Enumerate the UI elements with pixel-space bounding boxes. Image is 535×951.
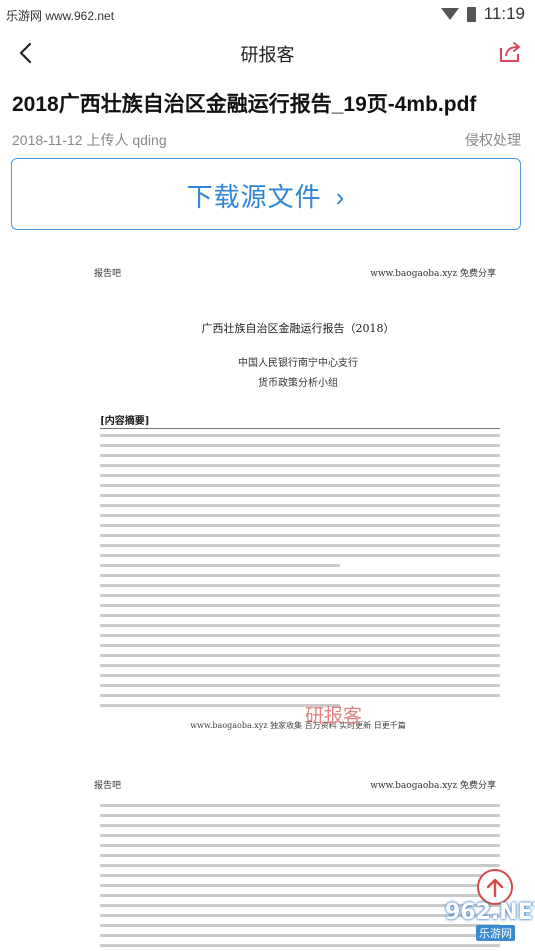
text-line [100,614,500,617]
text-line [100,504,500,507]
text-line [100,484,500,487]
text-line [100,534,500,537]
text-line [100,854,500,857]
arrow-up-icon [486,878,504,898]
text-line [100,904,500,907]
share-button[interactable] [497,39,523,65]
preview-page-1: 报告吧 www.baogaoba.xyz 免费分享 广西壮族自治区金融运行报告（… [88,254,508,752]
abstract-text-block [100,434,500,714]
text-line [100,584,500,587]
text-line [100,804,500,807]
page2-text-block [100,804,500,951]
text-line [100,684,500,687]
text-line [100,644,500,647]
status-time: 11:19 [483,4,525,23]
battery-icon [466,6,476,22]
text-line [100,524,500,527]
abstract-divider [100,428,500,429]
text-line [100,564,340,567]
page-header-left: 报告吧 [94,781,122,791]
share-icon [500,42,520,62]
status-watermark: 乐游网 www.962.net [6,9,115,23]
page-title: 研报客 [240,45,295,65]
report-title: 广西壮族自治区金融运行报告（2018） [201,322,395,335]
text-line [100,654,500,657]
document-title: 2018广西壮族自治区金融运行报告_19页-4mb.pdf [12,93,477,116]
download-label-row: 下载源文件 › [12,177,520,214]
text-line [100,824,500,827]
text-line [100,464,500,467]
text-line [100,434,500,437]
report-org: 中国人民银行南宁中心支行 [238,358,358,369]
report-infringement-link[interactable]: 侵权处理 [465,130,521,150]
preview-watermark: 研报客 [305,706,363,727]
text-line [100,944,500,947]
chevron-right-icon: › [335,182,346,212]
text-line [100,634,500,637]
text-line [100,624,500,627]
text-line [100,894,500,897]
text-line [100,554,500,557]
text-line [100,574,500,577]
text-line [100,454,500,457]
text-line [100,674,500,677]
document-preview[interactable]: 报告吧 www.baogaoba.xyz 免费分享 广西壮族自治区金融运行报告（… [0,240,535,951]
text-line [100,924,500,927]
wifi-icon [440,8,459,20]
text-line [100,834,500,837]
text-line [100,664,500,667]
text-line [100,864,500,867]
page-footer: www.baogaoba.xyz 独家收集 百万资料 实时更新 日更千篇 [190,721,406,730]
text-line [100,844,500,847]
download-source-button[interactable]: 下载源文件 › [11,158,521,230]
status-bar: 乐游网 www.962.net 11:19 [0,0,535,30]
text-line [100,514,500,517]
text-line [100,934,500,937]
page-header-left: 报告吧 [94,269,122,279]
upload-meta: 2018-11-12 上传人 qding [12,132,167,148]
report-group: 货币政策分析小组 [258,378,338,389]
page-header-right: www.baogaoba.xyz 免费分享 [370,269,496,279]
text-line [100,604,500,607]
top-bar: 研报客 [0,30,535,76]
text-line [100,544,500,547]
text-line [100,474,500,477]
page-header-right: www.baogaoba.xyz 免费分享 [370,781,496,791]
download-label: 下载源文件 [186,182,322,212]
abstract-heading: [内容摘要] [100,416,150,427]
text-line [100,914,500,917]
brand-logo-text: 962.NET [445,900,535,925]
text-line [100,884,500,887]
status-right: 11:19 [440,4,525,24]
text-line [100,704,340,707]
brand-logo-sub: 乐游网 [476,925,515,941]
text-line [100,814,500,817]
text-line [100,694,500,697]
text-line [100,594,500,597]
text-line [100,874,500,877]
text-line [100,494,500,497]
text-line [100,444,500,447]
